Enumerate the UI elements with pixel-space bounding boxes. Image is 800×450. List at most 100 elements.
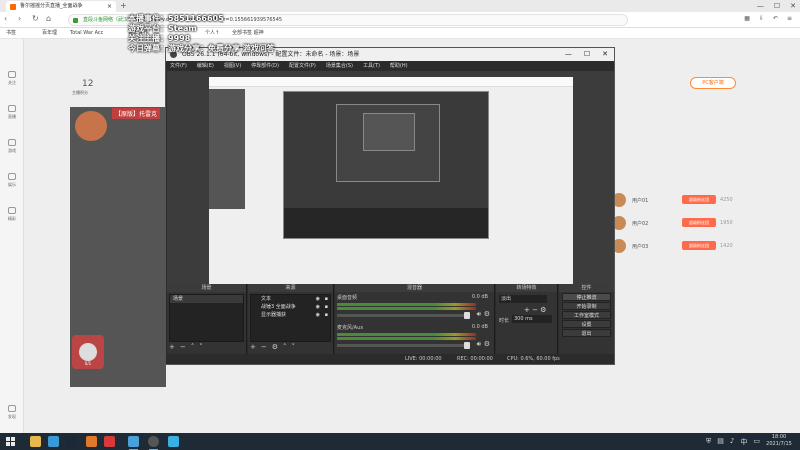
undo-icon[interactable]: ↶ bbox=[773, 15, 778, 22]
transition-select[interactable]: 淡出 bbox=[499, 295, 547, 303]
back-icon[interactable]: ‹ bbox=[4, 14, 7, 23]
room-title: 【原版】托雷克 bbox=[112, 108, 161, 119]
volume-icon[interactable]: ♪ bbox=[730, 437, 734, 447]
mixer-channel: 桌面音频 0.0 dB 🔊︎ ⚙ bbox=[337, 294, 490, 319]
bookmark-item[interactable]: Total War Acc bbox=[70, 28, 103, 39]
refresh-icon[interactable]: ↻ bbox=[32, 14, 39, 23]
scene-list: 场景 bbox=[169, 294, 244, 342]
speaker-icon[interactable]: 🔊︎ bbox=[477, 340, 481, 349]
browser-icon[interactable] bbox=[48, 436, 59, 447]
sidebar-item[interactable]: 直播 bbox=[2, 105, 22, 120]
exit-button[interactable]: 退出 bbox=[562, 329, 611, 337]
network-icon[interactable]: ▤ bbox=[717, 437, 724, 447]
minimize-icon[interactable]: — bbox=[565, 48, 572, 61]
menu-item[interactable]: 文件(F) bbox=[170, 61, 187, 71]
eye-icon[interactable]: ◉ bbox=[316, 303, 320, 311]
add-icon[interactable]: + bbox=[250, 343, 256, 352]
maximize-icon[interactable]: ☐ bbox=[584, 48, 590, 61]
volume-meter bbox=[337, 333, 476, 336]
transition-add-remove[interactable]: + − ⚙ bbox=[524, 306, 546, 314]
stop-streaming-button[interactable]: 停止推流 bbox=[562, 293, 611, 301]
sidebar-item[interactable]: 关注 bbox=[2, 71, 22, 86]
app-icon[interactable] bbox=[104, 436, 115, 447]
slider-handle[interactable] bbox=[464, 342, 470, 349]
shield-icon[interactable]: ⛨ bbox=[706, 437, 711, 447]
move-up-icon[interactable]: ˄ bbox=[191, 343, 195, 352]
sidebar-item[interactable]: 娱乐 bbox=[2, 173, 22, 188]
source-item[interactable]: 显示器捕获 ◉ ▪ bbox=[251, 311, 330, 319]
remove-icon[interactable]: − bbox=[180, 343, 186, 352]
scene-item[interactable]: 场景 bbox=[170, 295, 243, 303]
menu-item[interactable]: 停靠部件(D) bbox=[251, 61, 279, 71]
steam-icon[interactable] bbox=[66, 436, 77, 447]
volume-slider[interactable] bbox=[337, 312, 470, 319]
volume-slider[interactable] bbox=[337, 342, 470, 349]
app-icon[interactable] bbox=[86, 436, 97, 447]
forward-icon[interactable]: › bbox=[18, 14, 21, 23]
gear-icon[interactable]: ⚙ bbox=[484, 340, 490, 348]
rank-row[interactable]: 用户01 超级粉丝团 4250 bbox=[610, 192, 745, 210]
lock-icon[interactable]: ▪ bbox=[325, 311, 328, 319]
eye-icon[interactable]: ◉ bbox=[316, 295, 320, 303]
menu-item[interactable]: 配置文件(P) bbox=[289, 61, 316, 71]
app-icon[interactable] bbox=[168, 436, 179, 447]
studio-mode-button[interactable]: 工作室模式 bbox=[562, 311, 611, 319]
tab-active[interactable]: 鲁尔摇摇分页直播_全面战争 × bbox=[6, 1, 116, 12]
anchor-avatar[interactable] bbox=[75, 111, 107, 141]
settings-button[interactable]: 设置 bbox=[562, 320, 611, 328]
menu-item[interactable]: 工具(T) bbox=[363, 61, 380, 71]
slider-handle[interactable] bbox=[464, 312, 470, 319]
move-down-icon[interactable]: ˅ bbox=[199, 343, 203, 352]
move-up-icon[interactable]: ˄ bbox=[283, 343, 287, 352]
sidebar-item[interactable]: 发现 bbox=[2, 405, 22, 420]
menu-icon[interactable]: ≡ bbox=[787, 15, 792, 22]
live-badge[interactable]: 0/1 bbox=[72, 335, 104, 369]
taskbar-clock[interactable]: 18:00 2021/7/15 bbox=[764, 434, 794, 448]
bookmark-item[interactable]: 书签 bbox=[6, 28, 16, 39]
sidebar-item[interactable]: 精彩 bbox=[2, 207, 22, 222]
download-icon[interactable]: ⇩ bbox=[759, 15, 764, 22]
extensions-icon[interactable]: ▦ bbox=[744, 15, 750, 22]
file-explorer-icon[interactable] bbox=[30, 436, 41, 447]
windows-start-icon[interactable] bbox=[6, 437, 15, 446]
menu-item[interactable]: 编辑(E) bbox=[197, 61, 214, 71]
dock-title: 来源 bbox=[248, 284, 333, 292]
obs-menubar: 文件(F) 编辑(E) 视图(V) 停靠部件(D) 配置文件(P) 场景集合(S… bbox=[166, 61, 614, 71]
preview-capture bbox=[209, 77, 573, 302]
move-down-icon[interactable]: ˅ bbox=[292, 343, 296, 352]
menu-item[interactable]: 帮助(H) bbox=[390, 61, 408, 71]
minimize-icon[interactable]: — bbox=[757, 0, 764, 12]
tv-icon bbox=[8, 105, 16, 112]
new-tab-icon[interactable]: + bbox=[120, 0, 127, 12]
obs-icon[interactable] bbox=[148, 436, 159, 450]
maximize-icon[interactable]: ☐ bbox=[774, 0, 780, 12]
browser-active-icon[interactable] bbox=[128, 436, 139, 450]
bookmark-item[interactable]: 百年理 bbox=[42, 28, 57, 39]
notification-icon[interactable]: ▭ bbox=[753, 437, 760, 447]
star-icon bbox=[8, 173, 16, 180]
obs-window: OBS 26.1.1 (64-bit, windows) - 配置文件：未命名 … bbox=[165, 47, 615, 365]
start-recording-button[interactable]: 开始录制 bbox=[562, 302, 611, 310]
home-icon[interactable]: ⌂ bbox=[46, 14, 51, 23]
close-window-icon[interactable]: ✕ bbox=[790, 0, 796, 12]
input-method-icon[interactable]: 中 bbox=[740, 437, 747, 447]
pc-client-button[interactable]: PC客户端 bbox=[690, 77, 736, 89]
menu-item[interactable]: 视图(V) bbox=[224, 61, 241, 71]
rank-row[interactable]: 用户02 超级粉丝团 1950 bbox=[610, 215, 745, 233]
speaker-icon[interactable]: 🔊︎ bbox=[477, 310, 481, 319]
close-tab-icon[interactable]: × bbox=[107, 1, 112, 12]
menu-item[interactable]: 场景集合(S) bbox=[326, 61, 353, 71]
duration-input[interactable]: 300 ms bbox=[512, 315, 552, 323]
gear-icon[interactable]: ⚙ bbox=[484, 310, 490, 318]
gear-icon[interactable]: ⚙ bbox=[272, 343, 278, 352]
source-item[interactable]: 文本 ◉ ▪ bbox=[251, 295, 330, 303]
sidebar-item[interactable]: 游戏 bbox=[2, 139, 22, 154]
source-item[interactable]: 战锤3 全面战争 ◉ ▪ bbox=[251, 303, 330, 311]
lock-icon[interactable]: ▪ bbox=[325, 295, 328, 303]
remove-icon[interactable]: − bbox=[261, 343, 267, 352]
lock-icon[interactable]: ▪ bbox=[325, 303, 328, 311]
add-icon[interactable]: + bbox=[169, 343, 175, 352]
rank-row[interactable]: 用户03 超级粉丝团 1420 bbox=[610, 238, 745, 256]
eye-icon[interactable]: ◉ bbox=[316, 311, 320, 319]
close-icon[interactable]: ✕ bbox=[602, 48, 608, 61]
